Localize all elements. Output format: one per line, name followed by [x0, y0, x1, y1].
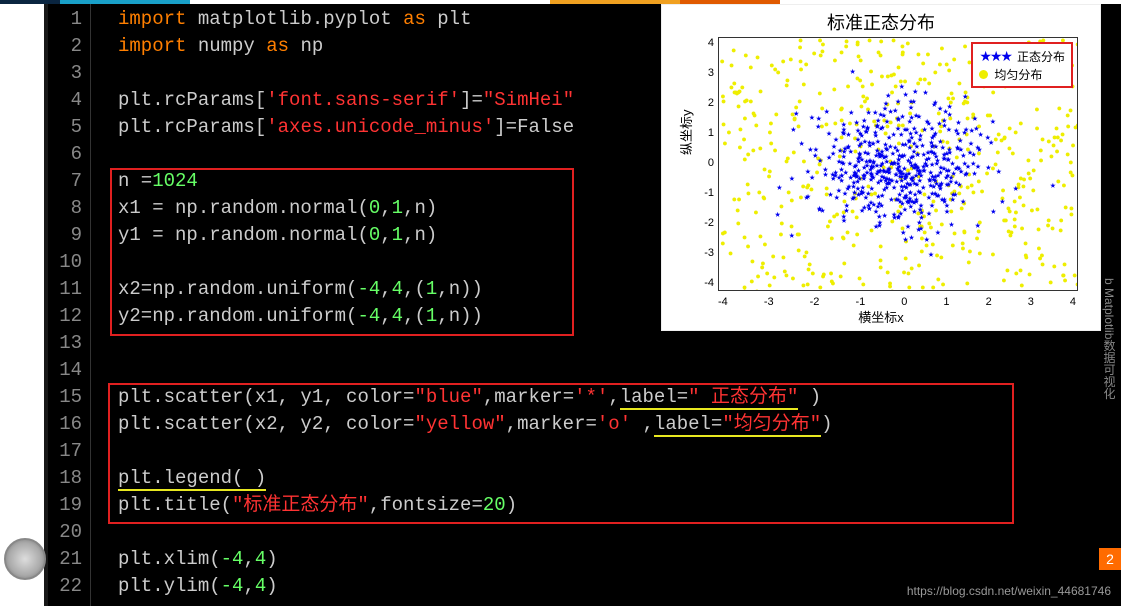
chart-legend: ★★★ 正态分布 均匀分布: [971, 42, 1073, 88]
chart-title: 标准正态分布: [662, 5, 1100, 35]
star-icon: ★★★: [979, 48, 1011, 65]
watermark-url: https://blog.csdn.net/weixin_44681746: [907, 584, 1111, 598]
scatter-chart: 标准正态分布 纵坐标y ●●●●●●●●●●●●●●●●●●●●●●●●●●●●…: [661, 4, 1101, 331]
page-number-badge: 2: [1099, 548, 1121, 570]
legend-label-uniform: 均匀分布: [994, 66, 1042, 83]
circle-icon: [979, 70, 988, 79]
legend-label-normal: 正态分布: [1017, 48, 1065, 65]
sidebar-vertical-text: b Matplotlib数据可视化: [1101, 278, 1118, 399]
university-logo: [4, 538, 46, 580]
y-ticks: 43210-1-2-3-4: [692, 37, 714, 289]
plot-area: ●●●●●●●●●●●●●●●●●●●●●●●●●●●●●●●●●●●●●●●●…: [718, 37, 1078, 291]
chart-xlabel: 横坐标x: [662, 307, 1100, 326]
line-number-gutter: 12345678910111213141516171819202122: [48, 4, 91, 606]
